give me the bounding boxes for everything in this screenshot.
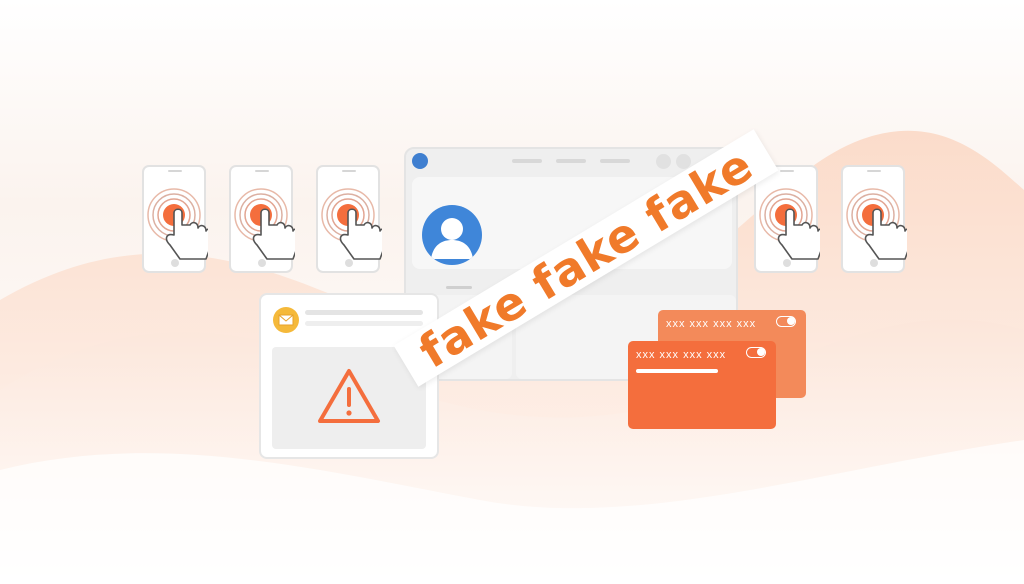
text-placeholder [305, 321, 423, 326]
card-toggle-icon [746, 347, 766, 358]
phone-4 [754, 165, 820, 273]
phone-home-button [870, 259, 878, 267]
phone-3 [316, 165, 382, 273]
credit-card-front: xxx xxx xxx xxx [628, 341, 776, 429]
phone-home-button [171, 259, 179, 267]
phone-home-button [345, 259, 353, 267]
window-control-icon [656, 154, 671, 169]
phone-2 [229, 165, 295, 273]
phone-1 [142, 165, 208, 273]
illustration: xxx xxx xxx xxx xxx xxx xxx xxx fake fak… [0, 0, 1024, 584]
card-name-bar [636, 369, 718, 373]
card-number: xxx xxx xxx xxx [636, 349, 727, 361]
phone-home-button [258, 259, 266, 267]
nav-placeholder [512, 159, 542, 163]
phone-5 [841, 165, 907, 273]
user-avatar-icon [422, 205, 482, 265]
envelope-icon [273, 307, 299, 333]
nav-placeholder [556, 159, 586, 163]
card-number: xxx xxx xxx xxx [666, 318, 757, 330]
text-placeholder [305, 310, 423, 315]
browser-logo-dot [412, 153, 428, 169]
card-toggle-icon [776, 316, 796, 327]
divider [446, 286, 472, 289]
phone-home-button [783, 259, 791, 267]
nav-placeholder [600, 159, 630, 163]
